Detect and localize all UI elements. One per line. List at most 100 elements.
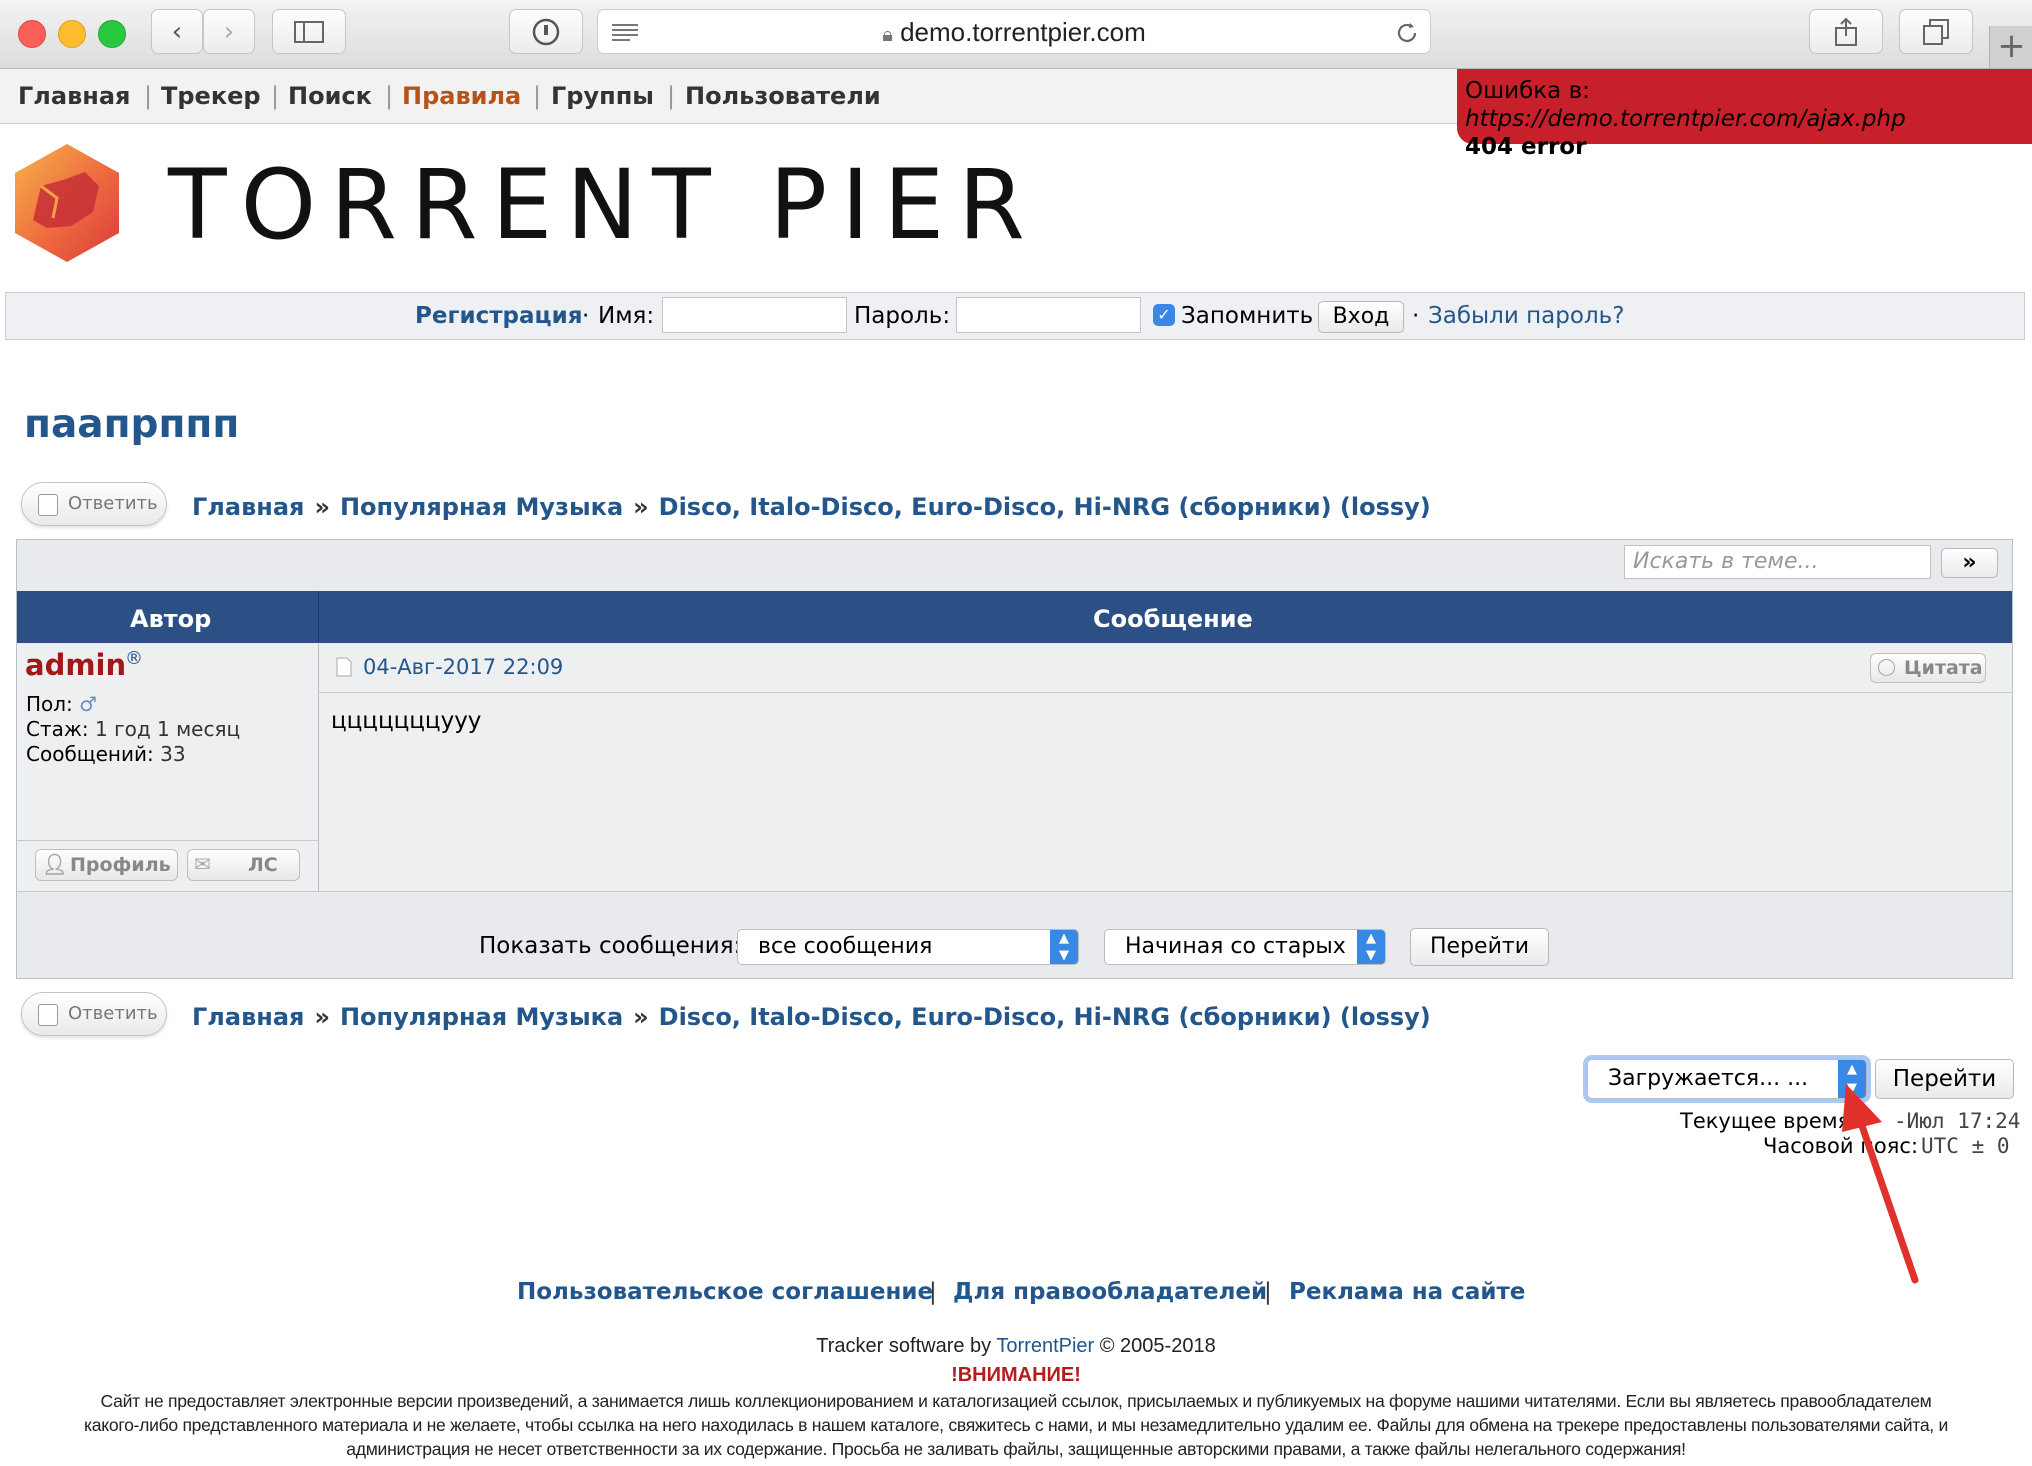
footer-copyright-holders-link[interactable]: Для правообладателей <box>953 1279 1267 1305</box>
posts-filter-select[interactable]: все сообщения ▲ ▼ <box>737 929 1079 965</box>
breadcrumb-forum[interactable]: Disco, Italo-Disco, Euro-Disco, Hi-NRG (… <box>659 493 1431 521</box>
nav-tracker[interactable]: Трекер <box>161 82 261 110</box>
breadcrumb-home[interactable]: Главная <box>192 1003 304 1031</box>
topic-title: паапpппп <box>24 402 240 447</box>
forum-jump-value: Загружается... ... <box>1608 1066 1809 1091</box>
nav-separator: | <box>144 82 153 110</box>
breadcrumb-category[interactable]: Популярная Музыка <box>340 1003 623 1031</box>
password-label: Пароль: <box>854 303 951 329</box>
post-body: цццццццууу <box>331 708 482 734</box>
topic-search-input[interactable]: Искать в теме... <box>1624 545 1931 579</box>
pm-label: ЛС <box>248 854 278 876</box>
breadcrumb-category[interactable]: Популярная Музыка <box>340 493 623 521</box>
url-value: demo.torrentpier.com <box>900 17 1146 47</box>
reply-icon <box>38 494 58 516</box>
sort-go-button[interactable]: Перейти <box>1410 928 1549 966</box>
remember-checkbox[interactable]: ✓ <box>1153 304 1175 326</box>
share-button[interactable] <box>1809 9 1883 54</box>
close-window-button[interactable] <box>18 20 46 48</box>
breadcrumb-top: Главная » Популярная Музыка » Disco, Italo-D… <box>192 493 1431 521</box>
username-input[interactable] <box>662 297 847 333</box>
breadcrumb-separator: » <box>314 493 330 521</box>
speech-bubble-icon: ◯ <box>1877 657 1897 677</box>
posts-count-value: 33 <box>160 742 186 766</box>
plus-icon: + <box>1997 26 2026 66</box>
select-arrows-icon: ▲ ▼ <box>1357 930 1385 964</box>
nav-rules[interactable]: Правила <box>402 82 521 110</box>
reply-label: Ответить <box>68 493 158 514</box>
profile-button[interactable]: 👤︎ Профиль <box>35 849 178 881</box>
breadcrumb-separator: » <box>633 493 649 521</box>
quote-button[interactable]: ◯ Цитата <box>1870 653 1986 683</box>
new-tab-button[interactable]: + <box>1989 26 2032 68</box>
nav-home[interactable]: Главная <box>18 82 130 110</box>
envelope-icon: ✉ <box>194 852 211 876</box>
male-gender-icon: ♂ <box>79 692 98 716</box>
forgot-password-link[interactable]: Забыли пароль? <box>1428 302 1624 330</box>
posts-count-label: Сообщений: <box>26 742 154 766</box>
nav-search[interactable]: Поиск <box>288 82 372 110</box>
breadcrumb-separator: » <box>314 1003 330 1031</box>
sidebar-icon <box>294 20 324 43</box>
address-bar[interactable]: 🔒︎ demo.torrentpier.com <box>597 9 1431 54</box>
profile-icon: 👤︎ <box>42 852 68 876</box>
show-posts-label: Показать сообщения: <box>479 933 742 959</box>
reply-button-bottom[interactable]: Ответить <box>21 992 167 1036</box>
password-manager-button[interactable] <box>509 9 583 54</box>
registered-mark: ® <box>125 648 143 669</box>
back-button[interactable]: ‹ <box>151 9 203 54</box>
reply-button-top[interactable]: Ответить <box>21 482 167 526</box>
post-header <box>319 644 2012 693</box>
lock-icon: 🔒︎ <box>882 24 893 46</box>
gender-label: Пол: <box>26 692 73 716</box>
torrentpier-link[interactable]: TorrentPier <box>996 1335 1094 1357</box>
software-suffix: © 2005-2018 <box>1099 1335 1216 1357</box>
tabs-overview-button[interactable] <box>1899 9 1973 54</box>
login-button[interactable]: Вход <box>1318 301 1404 333</box>
breadcrumb-home[interactable]: Главная <box>192 493 304 521</box>
reply-icon <box>38 1004 58 1026</box>
share-icon <box>1835 17 1857 46</box>
error-url: https://demo.torrentpier.com/ajax.php <box>1465 106 1906 132</box>
minimize-window-button[interactable] <box>58 20 86 48</box>
nav-separator: | <box>533 82 542 110</box>
select-arrows-icon: ▲ ▼ <box>1050 930 1078 964</box>
sidebar-toggle-button[interactable] <box>272 9 346 54</box>
posts-order-value: Начиная со старых <box>1125 934 1346 959</box>
maximize-window-button[interactable] <box>98 20 126 48</box>
reload-icon[interactable] <box>1394 20 1420 46</box>
disclaimer: Сайт не предоставляет электронные версии… <box>0 1389 2032 1461</box>
disclaimer-line: какого-либо представленного материала и … <box>83 1415 1949 1435</box>
password-icon <box>532 18 560 45</box>
column-divider <box>318 591 319 643</box>
footer-user-agreement-link[interactable]: Пользовательское соглашение <box>517 1279 933 1305</box>
author-divider <box>17 840 318 841</box>
software-prefix: Tracker software by <box>816 1335 992 1357</box>
posts-order-select[interactable]: Начиная со старых ▲ ▼ <box>1104 929 1386 965</box>
posts-filter-value: все сообщения <box>758 934 933 959</box>
reply-label: Ответить <box>68 1003 158 1024</box>
nav-groups[interactable]: Группы <box>551 82 654 110</box>
nav-separator: | <box>667 82 676 110</box>
post-date-link[interactable]: 04-Авг-2017 22:09 <box>363 655 563 679</box>
profile-label: Профиль <box>70 854 171 876</box>
posts-table-header <box>17 591 2012 643</box>
author-stats: Пол: ♂ Стаж: 1 год 1 месяц Сообщений: 33 <box>26 692 240 767</box>
warning-title: !ВНИМАНИЕ! <box>951 1364 1081 1386</box>
software-credit: Tracker software by TorrentPier © 2005-2… <box>0 1335 2032 1358</box>
error-prefix: Ошибка в: <box>1465 78 1590 104</box>
ajax-error-banner: Ошибка в: https://demo.torrentpier.com/a… <box>1457 69 2032 160</box>
footer-advertising-link[interactable]: Реклама на сайте <box>1289 1279 1525 1305</box>
breadcrumb-forum[interactable]: Disco, Italo-Disco, Euro-Disco, Hi-NRG (… <box>659 1003 1431 1031</box>
private-message-button[interactable]: ✉ ЛС <box>187 849 300 881</box>
topic-search-button[interactable]: » <box>1941 548 1998 578</box>
forum-jump-select[interactable]: Загружается... ... ▲ ▼ <box>1587 1059 1867 1099</box>
password-input[interactable] <box>956 297 1141 333</box>
error-code: 404 error <box>1465 134 1587 160</box>
forward-button[interactable]: › <box>203 9 255 54</box>
chevron-left-icon: ‹ <box>171 16 183 47</box>
post-author-name[interactable]: admin <box>25 648 126 682</box>
url-text[interactable]: 🔒︎ demo.torrentpier.com <box>598 10 1430 55</box>
register-link[interactable]: Регистрация <box>415 302 582 330</box>
nav-users[interactable]: Пользователи <box>685 82 881 110</box>
